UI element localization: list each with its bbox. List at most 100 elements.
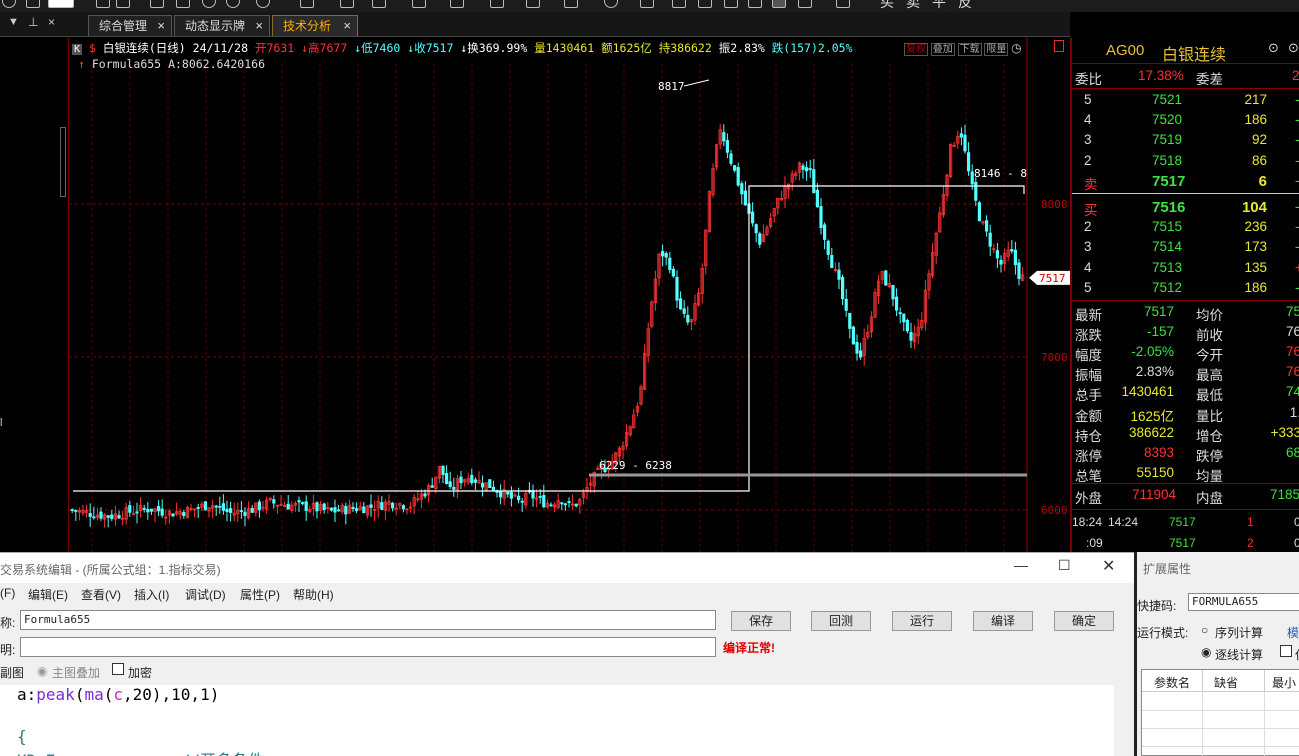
low-value: 7460 [372,41,401,55]
line-tool-icon[interactable] [340,0,354,8]
bid-level-row[interactable]: 3 7514 173 - [1072,238,1299,258]
text-tool-icon[interactable] [640,0,654,8]
tab-close-icon[interactable]: × [157,16,165,36]
shortcut-input[interactable]: FORMULA655 [1188,593,1299,611]
menu-debug[interactable]: 调试(D) [185,586,226,603]
reverse-button[interactable]: 反 [958,0,972,12]
magnet-icon[interactable] [772,0,786,8]
menu-properties[interactable]: 属性(P) [240,586,280,603]
outer-inner-row: 外盘 711904 内盘 7185 [1072,486,1299,506]
tab-close-icon[interactable]: × [343,16,351,36]
bar-by-bar-radio[interactable]: ◉ [1201,645,1211,659]
ok-button[interactable]: 确定 [1054,611,1114,631]
encrypt-checkbox[interactable] [112,663,124,675]
search-icon[interactable] [226,0,240,8]
tab-overview[interactable]: 综合管理 × [88,15,172,36]
sequence-radio[interactable]: ○ [1201,623,1208,637]
main-overlay-radio[interactable]: ◉ [37,664,47,678]
bid-level-row[interactable]: 买 7516 104 - [1072,198,1299,218]
style-icon[interactable] [798,0,812,8]
menu-file[interactable]: (F) [0,586,15,600]
bid-change: - [1295,219,1299,234]
gear-icon[interactable] [256,0,270,8]
limit-button[interactable]: 限量 [984,43,1009,56]
maximize-icon[interactable] [1054,40,1064,52]
close-icon[interactable]: × [48,15,55,29]
info-icon[interactable]: ⊙ [1288,40,1299,56]
model-link[interactable]: 模 [1287,624,1299,641]
high-value: 7677 [319,41,348,55]
only-checkbox[interactable] [1280,645,1292,657]
channel-icon[interactable] [372,0,386,8]
menu-edit[interactable]: 编辑(E) [28,586,68,603]
y-tick-label: 7000 [1041,351,1068,364]
dollar-icon[interactable] [48,0,74,8]
window-icon[interactable] [26,0,40,8]
ellipse-tool-icon[interactable] [604,0,618,8]
list-icon[interactable] [96,0,110,8]
compile-button[interactable]: 编译 [973,611,1033,631]
clock-icon[interactable]: ◷ [1011,41,1021,55]
subchart-label[interactable]: 副图 [0,664,24,681]
hide-icon[interactable] [748,0,762,8]
candle-body [733,165,737,171]
copy-icon[interactable] [698,0,712,8]
menu-insert[interactable]: 插入(I) [134,586,169,603]
kline-chart[interactable]: 8000 7000 6000 8817 8146 - 8 6229 - 6238 7517 [68,38,1071,552]
ask-level-row[interactable]: 4 7520 186 - [1072,111,1299,131]
ask-level-row[interactable]: 5 7521 217 - [1072,91,1299,111]
bid-level-row[interactable]: 2 7515 236 - [1072,218,1299,238]
run-button[interactable]: 运行 [892,611,952,631]
maximize-icon[interactable]: ☐ [1058,557,1071,574]
backtest-button[interactable]: 回测 [811,611,871,631]
back-icon[interactable] [2,0,16,8]
download-button[interactable]: 下载 [957,43,982,56]
candle-body [729,153,733,164]
rect-tool-icon[interactable] [564,0,578,8]
link-icon[interactable] [672,0,686,8]
ask-level-row[interactable]: 2 7518 86 - [1072,152,1299,172]
save-button[interactable]: 保存 [731,611,791,631]
overlay-button[interactable]: 叠加 [930,43,955,56]
pin-icon[interactable]: ⊥ [28,15,38,29]
kline-badge[interactable]: K [72,44,83,55]
tab-dynamic-board[interactable]: 动态显示牌 × [174,15,270,36]
lock-icon[interactable] [300,0,314,8]
code-editor[interactable]: a:peak(ma(c,20),10,1) { KD:7; //开多条件 [0,685,1114,756]
bid-level-row[interactable]: 4 7513 135 + [1072,259,1299,279]
candle-body [805,167,809,172]
sell-button[interactable]: 卖 [906,0,920,12]
delete-icon[interactable] [724,0,738,8]
buy-button[interactable]: 买 [880,0,894,12]
close-position-button[interactable]: 平 [932,0,946,12]
zoom-out-icon[interactable] [202,0,216,8]
code-line-2: { [17,727,27,746]
ask-level-row[interactable]: 3 7519 92 - [1072,131,1299,151]
arrow-tool-icon[interactable] [490,0,504,8]
cursor-icon[interactable] [116,0,130,8]
wave-icon[interactable] [450,0,464,8]
divider [1072,483,1299,484]
fibonacci-icon[interactable] [412,0,426,8]
settings-icon[interactable]: ⊙ [1268,40,1279,56]
zoom-icon[interactable] [176,0,190,8]
menu-view[interactable]: 查看(V) [81,586,121,603]
formula-name-input[interactable]: Formula655 [20,610,716,630]
minimize-icon[interactable]: — [1014,557,1028,573]
cycle-icon[interactable] [526,0,540,8]
color-icon[interactable] [836,0,850,8]
move-icon[interactable] [150,0,164,8]
tab-close-icon[interactable]: × [255,16,263,36]
formula-desc-input[interactable] [20,637,716,657]
params-table[interactable]: 参数名 缺省 最小 [1141,669,1299,756]
close-icon[interactable]: ✕ [1102,556,1115,576]
fq-button[interactable]: 复权 [904,43,928,56]
ask-level-row[interactable]: 卖 7517 6 - [1072,172,1299,192]
menu-help[interactable]: 帮助(H) [293,586,334,603]
candle-body [329,507,334,511]
diff-value: 2 [1292,68,1299,83]
chevron-down-icon[interactable]: ▼ [8,16,19,28]
left-scroll-handle[interactable] [60,127,66,197]
tab-technical-analysis[interactable]: 技术分析 × [272,15,358,36]
bid-level-row[interactable]: 5 7512 186 - [1072,279,1299,299]
